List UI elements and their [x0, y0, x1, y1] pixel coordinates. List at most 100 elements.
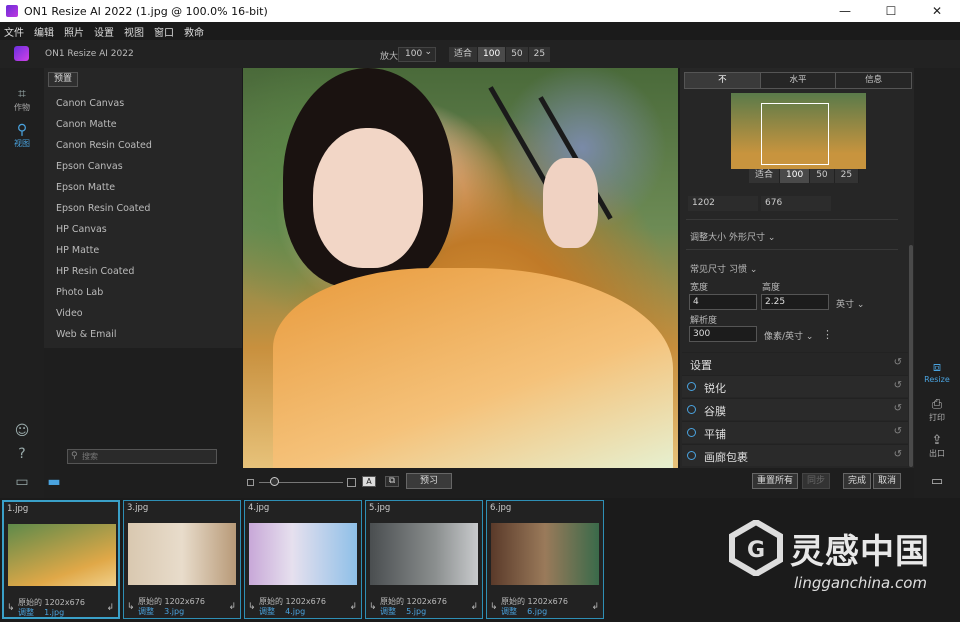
film-card-3[interactable]: 3.jpg ↳ 原始的 1202x676 调整 3.jpg ↲	[123, 500, 241, 619]
help-icon-button[interactable]: ?	[0, 446, 44, 462]
nav-zoom-100[interactable]: 100	[780, 169, 811, 183]
film-card-5[interactable]: 5.jpg ↳ 原始的 1202x676 调整 5.jpg ↲	[365, 500, 483, 619]
enable-toggle[interactable]	[687, 382, 696, 391]
reset-icon[interactable]: ↺	[894, 449, 902, 460]
section-grain[interactable]: 谷膜 ↺	[682, 398, 908, 420]
close-button[interactable]: ✕	[914, 0, 960, 22]
main-photo[interactable]	[243, 68, 678, 468]
navigator-thumbnail[interactable]	[731, 93, 866, 169]
rotate-right-icon[interactable]: ↲	[106, 603, 114, 613]
preset-item[interactable]: Photo Lab	[56, 287, 152, 308]
rotate-left-icon[interactable]: ↳	[7, 603, 15, 613]
menu-file[interactable]: 文件	[4, 24, 24, 39]
reset-icon[interactable]: ↺	[894, 426, 902, 437]
preset-item[interactable]: Epson Resin Coated	[56, 203, 152, 224]
cancel-button[interactable]: 取消	[873, 473, 902, 489]
section-gallery-wrap[interactable]: 画廊包裹 ↺	[682, 444, 908, 466]
done-button[interactable]: 完成	[843, 473, 872, 489]
filmstrip-toggle-button[interactable]: ▬	[40, 474, 68, 490]
module-print[interactable]: ⎙ 打印	[914, 397, 960, 423]
height-input[interactable]: 2.25	[761, 294, 829, 310]
rotate-right-icon[interactable]: ↲	[470, 602, 478, 612]
tab-levels[interactable]: 水平	[761, 73, 837, 88]
menu-photo[interactable]: 照片	[64, 24, 84, 39]
enable-toggle[interactable]	[687, 428, 696, 437]
menu-settings[interactable]: 设置	[94, 24, 114, 39]
section-sharpen[interactable]: 锐化 ↺	[682, 375, 908, 397]
more-options-icon[interactable]: ⋮	[822, 328, 833, 341]
preset-item[interactable]: Video	[56, 308, 152, 329]
module-resize[interactable]: ⧈ Resize	[914, 360, 960, 384]
preset-item[interactable]: Web & Email	[56, 329, 152, 350]
reset-all-button[interactable]: 重置所有	[752, 473, 799, 489]
user-icon-button[interactable]: ☺	[0, 423, 44, 439]
module-export[interactable]: ⇪ 出口	[914, 433, 960, 459]
rotate-left-icon[interactable]: ↳	[490, 602, 498, 612]
reset-icon[interactable]: ↺	[894, 357, 902, 368]
preset-search-input[interactable]: ⚲ 搜索	[67, 449, 217, 464]
preset-item[interactable]: Epson Canvas	[56, 161, 152, 182]
small-thumb-icon[interactable]	[247, 479, 254, 486]
navigator-viewport-frame[interactable]	[761, 103, 829, 165]
rotate-left-icon[interactable]: ↳	[127, 602, 135, 612]
menu-edit[interactable]: 编辑	[34, 24, 54, 39]
resolution-label: 解析度	[690, 316, 718, 326]
menu-window[interactable]: 窗口	[154, 24, 174, 39]
preset-item[interactable]: HP Matte	[56, 245, 152, 266]
nav-zoom-25[interactable]: 25	[834, 169, 860, 183]
zoom-50-button[interactable]: 50	[506, 47, 529, 62]
reset-icon[interactable]: ↺	[894, 403, 902, 414]
right-panel-scrollbar[interactable]	[909, 245, 913, 467]
unit-dropdown[interactable]: 英寸 ⌄	[836, 297, 864, 310]
zoom-select[interactable]: 100	[398, 46, 436, 62]
rotate-left-icon[interactable]: ↳	[369, 602, 377, 612]
preset-item[interactable]: Canon Matte	[56, 119, 152, 140]
tab-info[interactable]: 信息	[836, 73, 911, 88]
rotate-left-icon[interactable]: ↳	[248, 602, 256, 612]
menu-help[interactable]: 救命	[184, 24, 204, 39]
preset-item[interactable]: Epson Matte	[56, 182, 152, 203]
right-panel-toggle[interactable]: ▭	[914, 474, 960, 489]
common-size-dropdown[interactable]: 习惯 ⌄	[729, 262, 757, 275]
panel-toggle-button[interactable]: ▭	[8, 474, 36, 490]
presets-panel: 预置 Canon Canvas Canon Matte Canon Resin …	[44, 68, 242, 348]
view-tool[interactable]: ⚲ 视图	[0, 122, 44, 149]
menu-view[interactable]: 视图	[124, 24, 144, 39]
resolution-input[interactable]: 300	[689, 326, 757, 342]
rotate-right-icon[interactable]: ↲	[591, 602, 599, 612]
crop-tool[interactable]: ⌗ 作物	[0, 86, 44, 113]
minimize-button[interactable]: —	[822, 0, 868, 22]
film-card-6[interactable]: 6.jpg ↳ 原始的 1202x676 调整 6.jpg ↲	[486, 500, 604, 619]
tab-none[interactable]: 不	[685, 73, 761, 88]
enable-toggle[interactable]	[687, 451, 696, 460]
preview-button[interactable]: 预习	[406, 473, 452, 489]
section-tile[interactable]: 平铺 ↺	[682, 421, 908, 443]
film-card-1[interactable]: 1.jpg ↳ 原始的 1202x676 调整 1.jpg ↲	[2, 500, 120, 619]
text-overlay-toggle[interactable]: A	[362, 476, 376, 487]
compare-icon[interactable]: ⧉	[385, 476, 399, 487]
width-input[interactable]: 4	[689, 294, 757, 310]
preset-item[interactable]: HP Resin Coated	[56, 266, 152, 287]
sync-button[interactable]: 同步	[802, 473, 831, 489]
nav-zoom-50[interactable]: 50	[810, 169, 835, 183]
preset-item[interactable]: Canon Canvas	[56, 98, 152, 119]
photo-detail	[273, 268, 673, 468]
thumb-size-slider-knob[interactable]	[270, 477, 279, 486]
film-card-4[interactable]: 4.jpg ↳ 原始的 1202x676 调整 4.jpg ↲	[244, 500, 362, 619]
resize-mode-dropdown[interactable]: 外形尺寸 ⌄	[729, 230, 775, 243]
enable-toggle[interactable]	[687, 405, 696, 414]
resolution-unit-dropdown[interactable]: 像素/英寸 ⌄	[764, 329, 813, 342]
rotate-right-icon[interactable]: ↲	[349, 602, 357, 612]
preset-item[interactable]: HP Canvas	[56, 224, 152, 245]
rotate-right-icon[interactable]: ↲	[228, 602, 236, 612]
nav-zoom-fit[interactable]: 适合	[749, 169, 781, 183]
presets-button[interactable]: 预置	[48, 72, 78, 87]
large-thumb-icon[interactable]	[347, 478, 356, 487]
reset-icon[interactable]: ↺	[894, 380, 902, 391]
film-thumbnail	[249, 523, 357, 585]
maximize-button[interactable]: ☐	[868, 0, 914, 22]
zoom-fit-button[interactable]: 适合	[449, 47, 479, 62]
zoom-100-button[interactable]: 100	[478, 47, 507, 62]
zoom-25-button[interactable]: 25	[528, 47, 552, 62]
preset-item[interactable]: Canon Resin Coated	[56, 140, 152, 161]
